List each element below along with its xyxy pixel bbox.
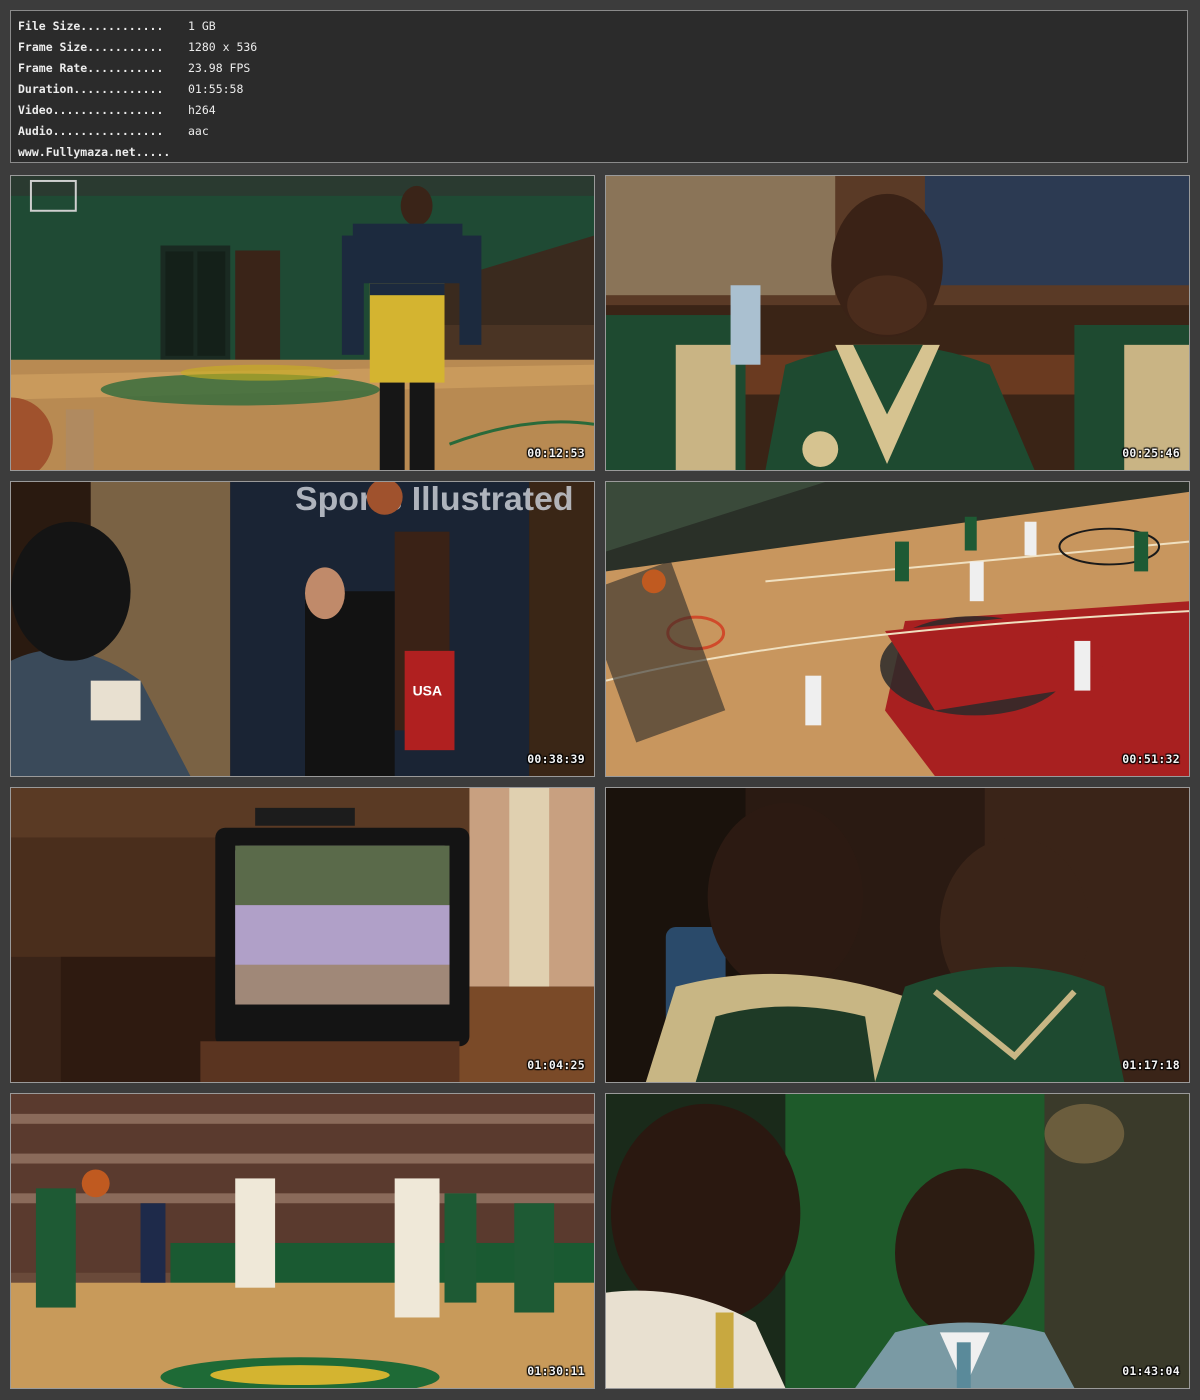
info-value: aac: [188, 124, 209, 138]
timestamp: 01:04:25: [527, 1058, 585, 1072]
timestamp: 00:25:46: [1122, 446, 1180, 460]
info-label: Duration.............: [18, 82, 164, 96]
info-label: File Size............: [18, 19, 164, 33]
info-label: Frame Size...........: [18, 40, 164, 54]
thumbnail-6[interactable]: 01:17:18: [605, 787, 1190, 1083]
timestamp: 01:30:11: [527, 1364, 585, 1378]
timestamp: 00:38:39: [527, 752, 585, 766]
info-label: Frame Rate...........: [18, 61, 164, 75]
scene-court-image: [606, 482, 1189, 776]
website-text: www.Fullymaza.net.....: [18, 145, 171, 159]
info-line-frame-size: Frame Size........... 1280 x 536: [18, 37, 1187, 58]
timestamp: 00:12:53: [527, 446, 585, 460]
info-value: 23.98 FPS: [188, 61, 251, 75]
page: File Size............ 1 GB Frame Size....…: [0, 0, 1200, 1400]
scene-profile-image: [606, 1094, 1189, 1388]
timestamp: 01:43:04: [1122, 1364, 1180, 1378]
thumbnail-4[interactable]: 00:51:32: [605, 481, 1190, 777]
scene-tv-image: [11, 788, 594, 1082]
thumbnail-5[interactable]: 01:04:25: [10, 787, 595, 1083]
info-line-duration: Duration............. 01:55:58: [18, 79, 1187, 100]
thumbnail-2[interactable]: 00:25:46: [605, 175, 1190, 471]
poster-jersey-text: USA: [413, 683, 442, 699]
info-line-file-size: File Size............ 1 GB: [18, 16, 1187, 37]
info-value: h264: [188, 103, 216, 117]
info-label: Audio................: [18, 124, 164, 138]
info-line-frame-rate: Frame Rate........... 23.98 FPS: [18, 58, 1187, 79]
thumbnail-1[interactable]: 00:12:53: [10, 175, 595, 471]
timestamp: 01:17:18: [1122, 1058, 1180, 1072]
info-line-website: www.Fullymaza.net.....: [18, 142, 1187, 163]
scene-gym-image: [11, 176, 594, 470]
scene-bench-image: [606, 176, 1189, 470]
thumbnail-7[interactable]: 01:30:11: [10, 1093, 595, 1389]
timestamp: 00:51:32: [1122, 752, 1180, 766]
info-value: 01:55:58: [188, 82, 244, 96]
poster-magazine-text: Sports Illustrated: [295, 482, 574, 518]
info-line-video: Video................ h264: [18, 100, 1187, 121]
info-label: Video................: [18, 103, 164, 117]
media-info-panel: File Size............ 1 GB Frame Size....…: [10, 10, 1188, 163]
info-line-audio: Audio................ aac: [18, 121, 1187, 142]
info-value: 1 GB: [188, 19, 216, 33]
scene-poster-image: Sports Illustrated USA: [11, 482, 594, 776]
thumbnail-8[interactable]: 01:43:04: [605, 1093, 1190, 1389]
thumbnail-grid: 00:12:53 00:25:46 Sports Illustrated USA…: [10, 175, 1190, 1391]
thumbnail-3[interactable]: Sports Illustrated USA 00:38:39: [10, 481, 595, 777]
scene-game-image: [11, 1094, 594, 1388]
scene-dark-players-image: [606, 788, 1189, 1082]
info-value: 1280 x 536: [188, 40, 258, 54]
